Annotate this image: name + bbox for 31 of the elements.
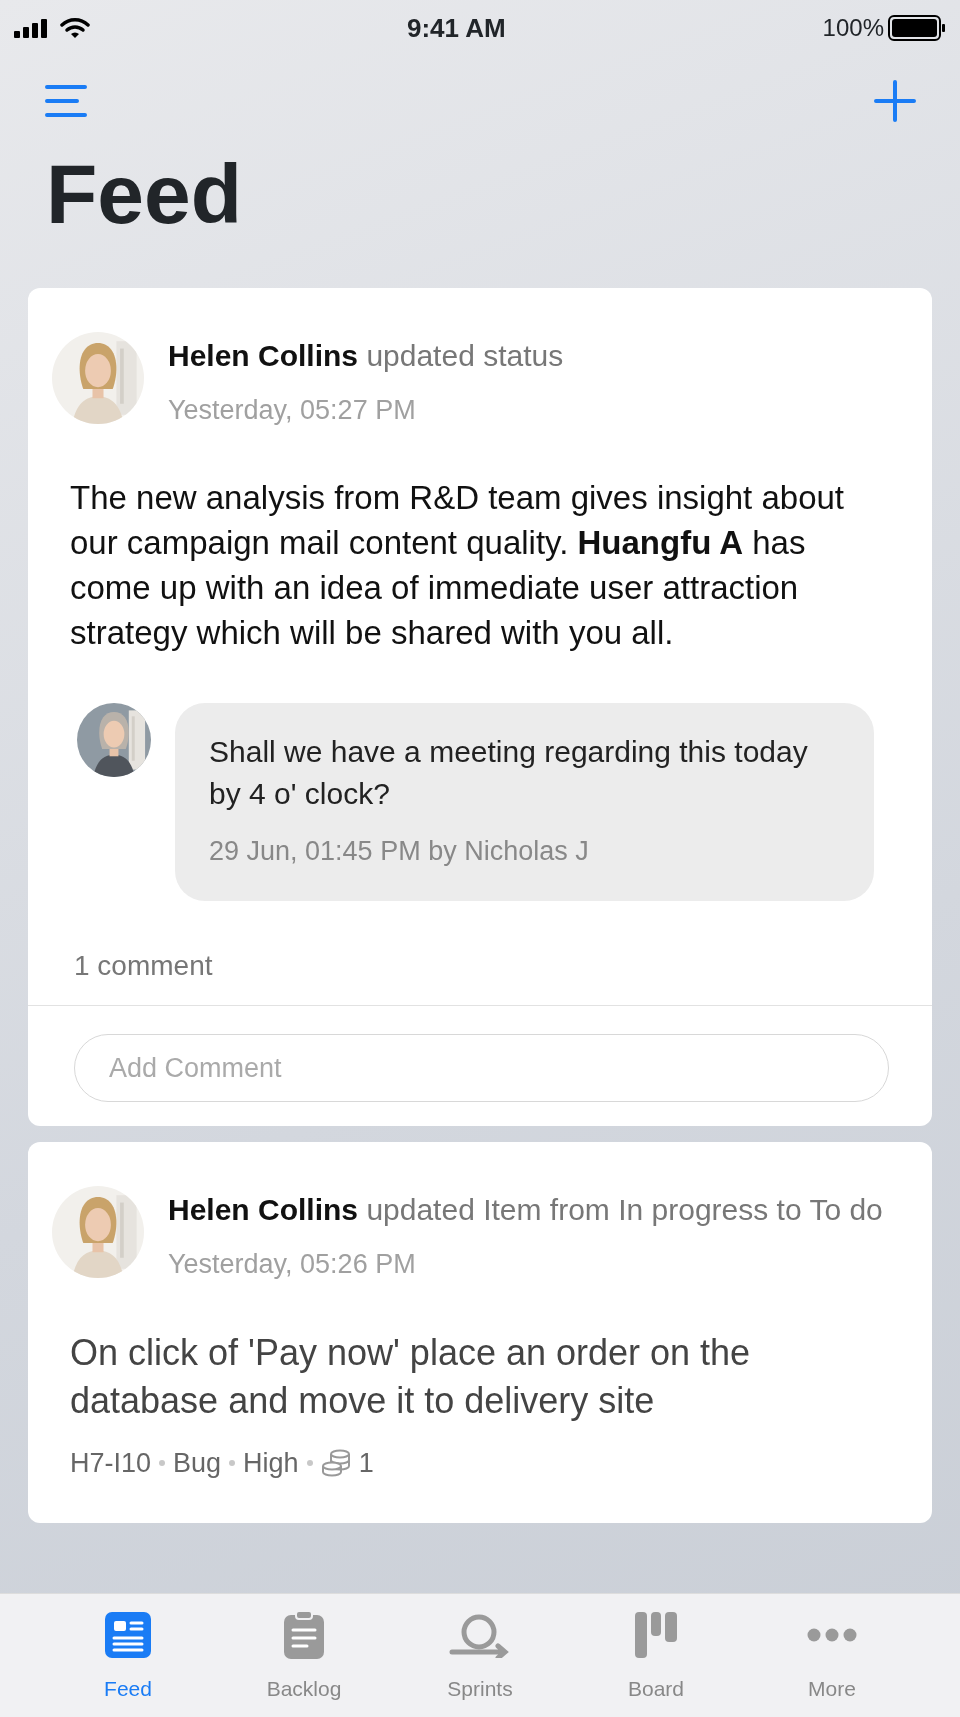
activity-text: Helen Collins updated Item from In progress to To do	[168, 1192, 883, 1228]
item-id: H7-I10	[70, 1446, 152, 1480]
story-points: 1	[358, 1446, 374, 1480]
coins-icon	[320, 1448, 351, 1477]
tab-button[interactable]: More	[772, 1606, 892, 1705]
comment-meta: 29 Jun, 01:45 PM by Nicholas J	[209, 834, 590, 868]
comment-text: Shall we have a meeting regarding this today by 4 o' clock?	[209, 733, 809, 812]
tab-button[interactable]: Sprints	[420, 1606, 540, 1705]
battery-percent: 100%	[822, 13, 884, 43]
page-title: Feed	[46, 152, 244, 236]
more-icon	[807, 1627, 857, 1642]
tab-button[interactable]: Backlog	[244, 1606, 364, 1705]
item-type: Bug	[173, 1446, 222, 1480]
battery-icon	[888, 15, 946, 41]
comment-field[interactable]: Add Comment	[74, 1034, 889, 1102]
item-priority: High	[243, 1446, 299, 1480]
clock-time: 9:41 AM	[406, 11, 506, 45]
timestamp: Yesterday, 05:27 PM	[168, 394, 417, 427]
tab-button[interactable]: Board	[596, 1606, 716, 1705]
timestamp: Yesterday, 05:26 PM	[168, 1248, 417, 1281]
newspaper-icon	[105, 1611, 151, 1658]
menu-icon[interactable]	[44, 84, 88, 118]
item-title: On click of 'Pay now' place an order on the database and move it to delivery site	[69, 1330, 752, 1423]
wifi-icon	[60, 17, 90, 39]
comment-count: 1 comment	[73, 949, 214, 983]
clipboard-icon	[283, 1609, 325, 1660]
add-icon[interactable]	[874, 80, 916, 122]
tab-button[interactable]: Feed	[68, 1606, 188, 1705]
activity-text: Helen Collins updated status	[168, 338, 564, 374]
board-columns-icon	[633, 1609, 679, 1660]
post-text: The new analysis from R&D team gives insight about our campaign mail content quality. Huangfu A has come up with an idea of immediate user attraction strategy which will be shared with you all.	[69, 477, 846, 653]
